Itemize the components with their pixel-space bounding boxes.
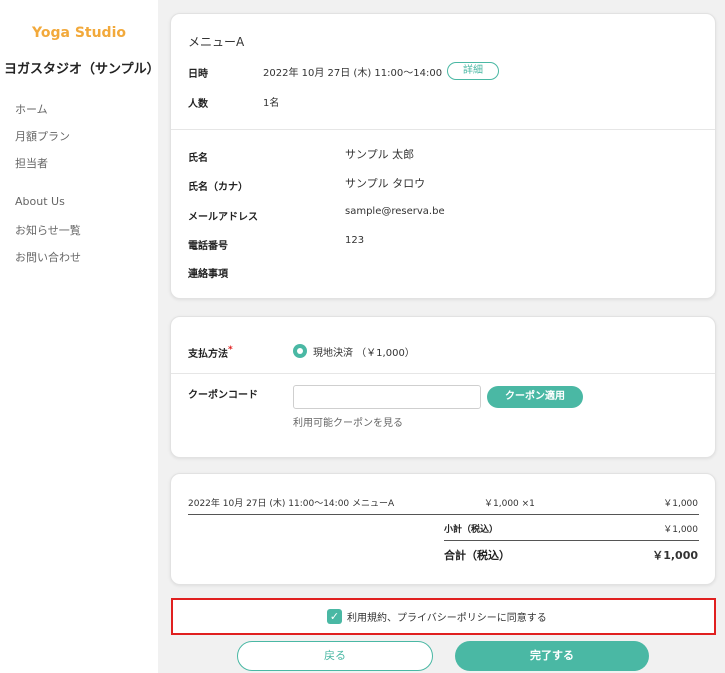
studio-logo[interactable]: Yoga Studio [32, 25, 126, 41]
agreement-checkbox[interactable]: ✓ [327, 609, 342, 624]
total-value: ￥1,000 [652, 549, 698, 562]
order-summary-card: 2022年 10月 27日 (木) 11:00〜14:00 メニューA ￥1,0… [170, 473, 716, 585]
kana-value: サンプル タロウ [345, 177, 426, 190]
studio-name: ヨガスタジオ（サンプル） [4, 62, 160, 77]
coupon-input[interactable] [293, 385, 481, 409]
datetime-label: 日時 [188, 69, 208, 80]
email-value: sample@reserva.be [345, 206, 445, 217]
subtotal-value: ￥1,000 [663, 525, 698, 535]
divider [188, 514, 699, 515]
complete-button[interactable]: 完了する [455, 641, 649, 671]
detail-button[interactable]: 詳細 [447, 62, 499, 80]
sidebar: Yoga Studio ヨガスタジオ（サンプル） ホーム 月額プラン 担当者 A… [0, 0, 160, 673]
people-label: 人数 [188, 99, 208, 110]
menu-name: メニューA [188, 35, 245, 49]
subtotal-label: 小計（税込） [444, 525, 499, 535]
line-item-quantity: ￥1,000 ×1 [484, 499, 535, 509]
check-icon: ✓ [329, 610, 340, 623]
phone-label: 電話番号 [188, 241, 228, 252]
line-item-description: 2022年 10月 27日 (木) 11:00〜14:00 メニューA [188, 499, 395, 509]
agreement-box: ✓ 利用規約、プライバシーポリシーに同意する [171, 598, 716, 635]
payment-card: 支払方法* 現地決済 （￥1,000） クーポンコード クーポン適用 利用可能ク… [170, 316, 716, 458]
nav-item-about-us[interactable]: About Us [15, 195, 65, 208]
phone-value: 123 [345, 235, 365, 246]
payment-radio[interactable] [293, 344, 307, 358]
booking-details-card: メニューA 日時 2022年 10月 27日 (木) 11:00〜14:00 詳… [170, 13, 716, 299]
kana-label: 氏名（カナ） [188, 182, 248, 193]
back-button[interactable]: 戻る [237, 641, 433, 671]
datetime-value: 2022年 10月 27日 (木) 11:00〜14:00 [263, 68, 443, 79]
people-value: 1名 [263, 98, 280, 109]
name-value: サンプル 太郎 [345, 148, 415, 161]
agreement-text[interactable]: 利用規約、プライバシーポリシーに同意する [347, 609, 547, 624]
nav-item-staff[interactable]: 担当者 [15, 155, 48, 171]
email-label: メールアドレス [188, 212, 258, 223]
divider [444, 540, 699, 541]
divider [171, 373, 715, 374]
notes-label: 連絡事項 [188, 269, 228, 280]
required-mark: * [228, 345, 233, 355]
nav-item-home[interactable]: ホーム [15, 101, 48, 117]
name-label: 氏名 [188, 153, 208, 164]
payment-option-label[interactable]: 現地決済 （￥1,000） [313, 344, 415, 359]
nav-item-monthly-plan[interactable]: 月額プラン [15, 128, 70, 144]
coupon-apply-button[interactable]: クーポン適用 [487, 386, 583, 408]
payment-method-label: 支払方法* [188, 345, 233, 360]
divider [171, 129, 715, 130]
available-coupons-link[interactable]: 利用可能クーポンを見る [293, 414, 403, 429]
line-item-amount: ￥1,000 [663, 499, 698, 509]
total-label: 合計（税込） [444, 549, 510, 562]
nav-item-news[interactable]: お知らせ一覧 [15, 222, 81, 238]
nav-item-contact[interactable]: お問い合わせ [15, 249, 81, 265]
coupon-label: クーポンコード [188, 390, 258, 401]
